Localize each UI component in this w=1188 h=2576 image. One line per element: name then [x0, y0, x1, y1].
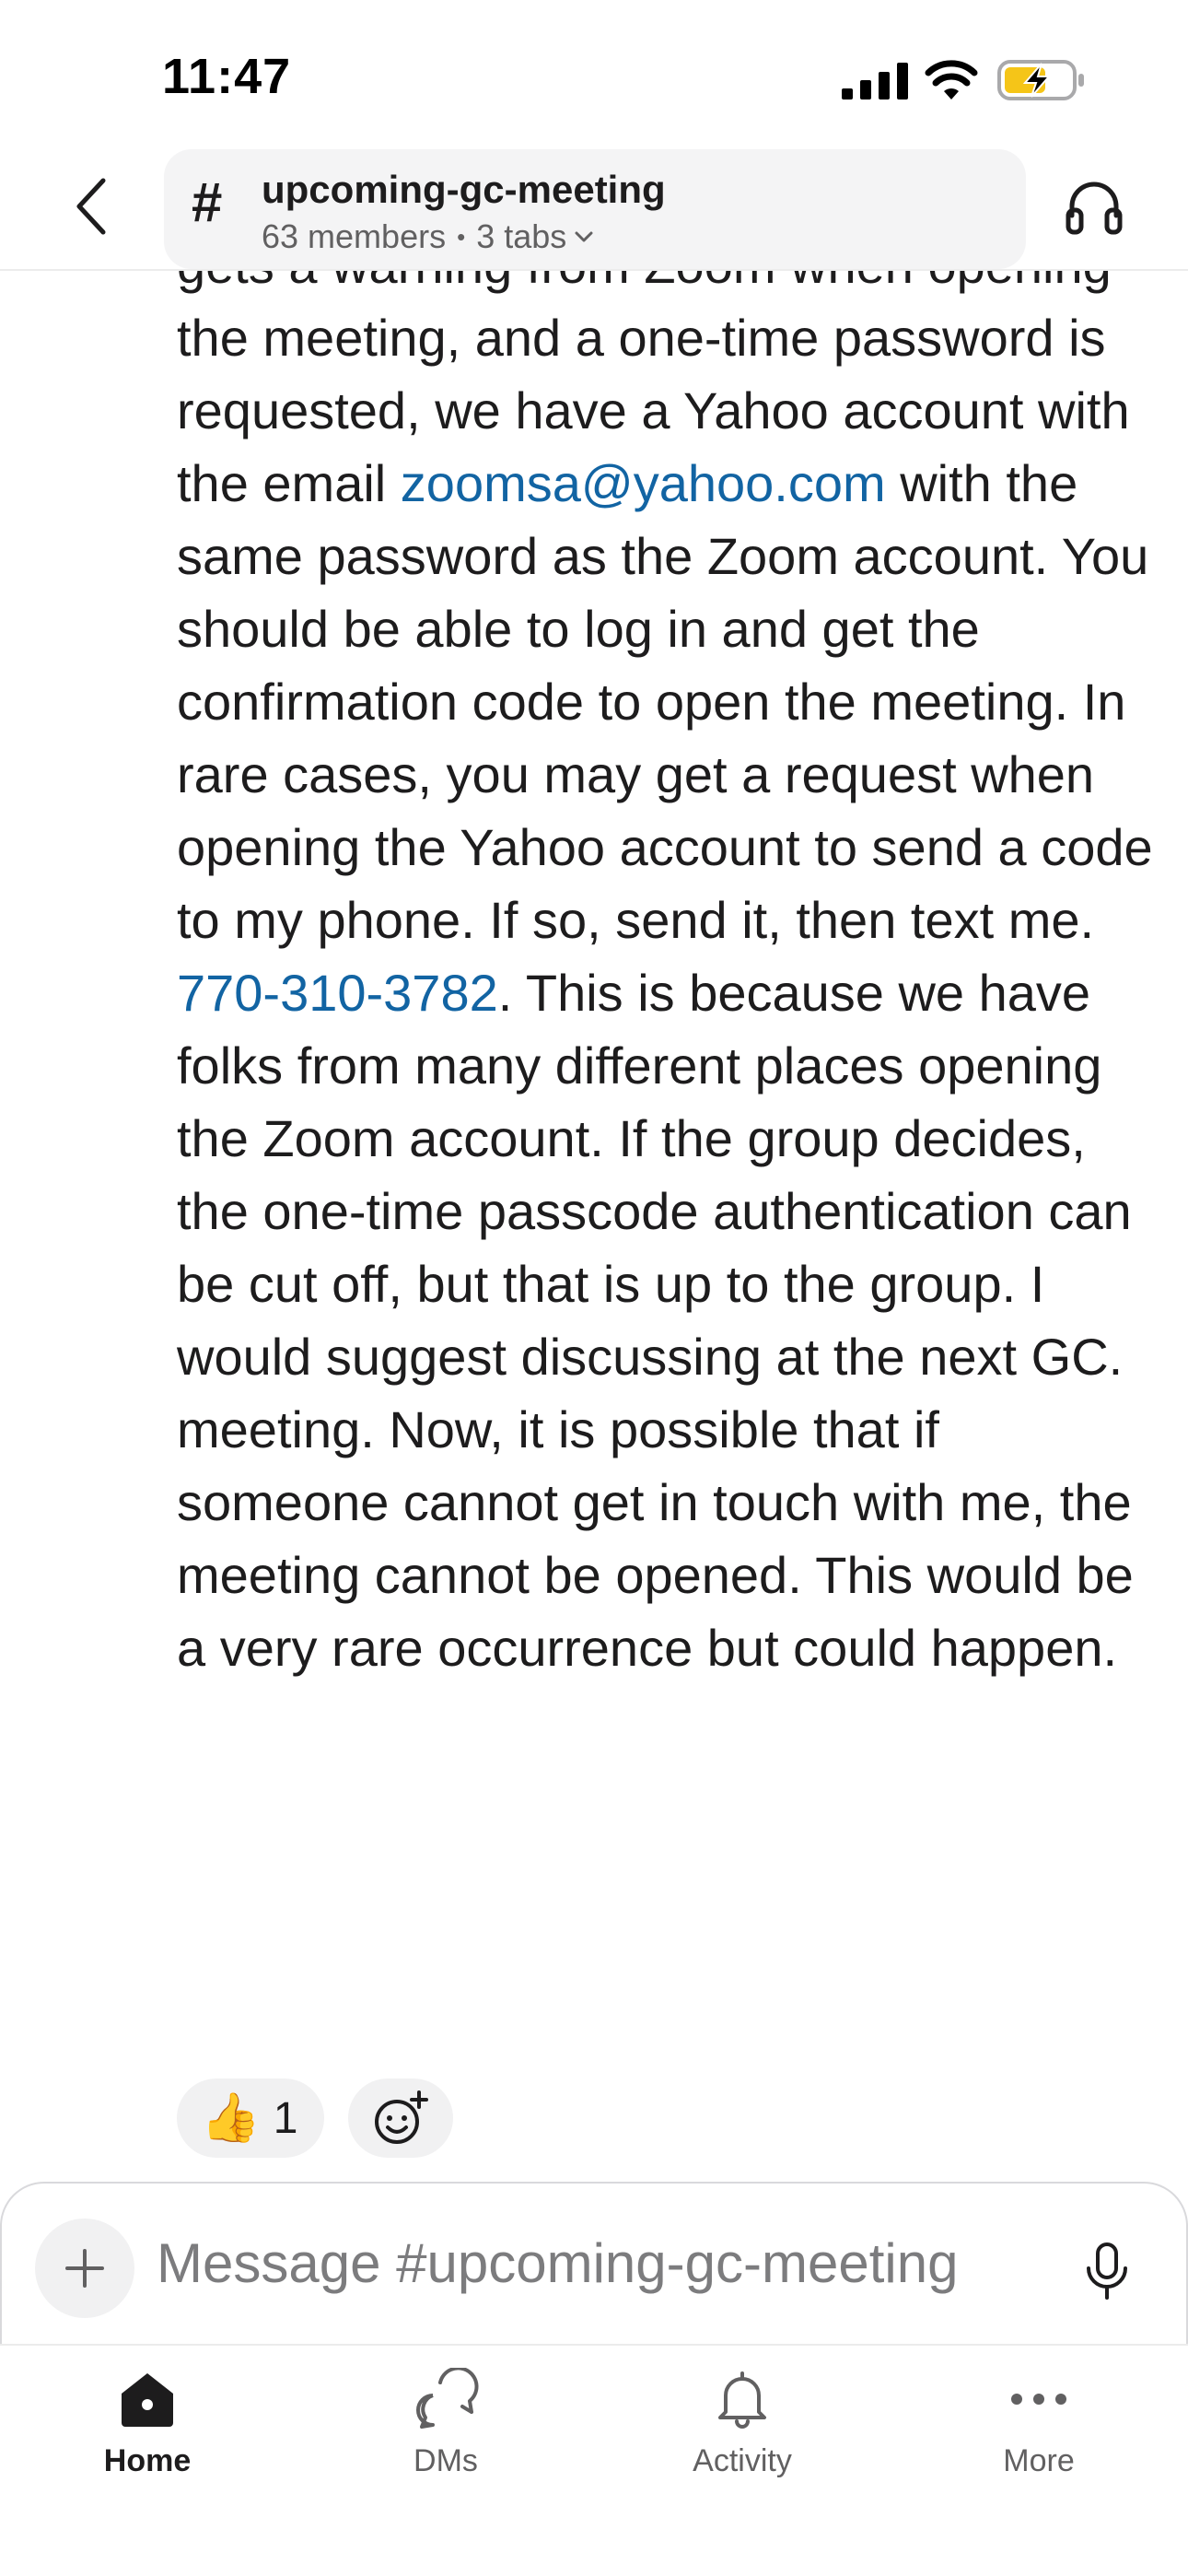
message-text-part: . This is because we have folks from man…: [177, 964, 1134, 1677]
reaction-thumbs-up[interactable]: 👍 1: [177, 2078, 324, 2158]
back-button[interactable]: [63, 170, 118, 243]
add-reaction-icon: [375, 2090, 428, 2144]
message-composer: Message #upcoming-gc-meeting: [0, 2182, 1188, 2344]
status-bar: 11:47: [0, 0, 1188, 147]
channel-info-button[interactable]: # upcoming-gc-meeting 63 members • 3 tab…: [164, 149, 1026, 269]
message-text-part: with the same password as the Zoom accou…: [177, 454, 1153, 949]
tab-more[interactable]: More: [947, 2368, 1131, 2479]
headphones-icon[interactable]: [1063, 175, 1125, 238]
status-time: 11:47: [162, 49, 292, 104]
chevron-left-icon: [76, 178, 106, 235]
battery-charging-icon: [997, 60, 1084, 100]
channel-meta: 63 members • 3 tabs: [262, 217, 594, 256]
phone-link[interactable]: 770-310-3782: [177, 964, 498, 1022]
tab-activity[interactable]: Activity: [650, 2368, 834, 2479]
bell-icon: [718, 2371, 766, 2429]
add-reaction-button[interactable]: [348, 2078, 453, 2158]
tab-label: Activity: [693, 2443, 792, 2478]
tab-count: 3 tabs: [476, 217, 567, 255]
more-icon: [1011, 2394, 1066, 2405]
plus-icon: [65, 2249, 104, 2288]
email-link[interactable]: zoomsa@yahoo.com: [401, 454, 886, 512]
microphone-icon[interactable]: [1081, 2241, 1133, 2301]
channel-header: # upcoming-gc-meeting 63 members • 3 tab…: [0, 147, 1188, 271]
thumbs-up-icon: 👍: [201, 2091, 261, 2145]
chevron-down-icon: [575, 231, 593, 242]
hash-icon: #: [192, 171, 223, 233]
cellular-signal-icon: [842, 63, 908, 100]
message-input[interactable]: Message #upcoming-gc-meeting: [157, 2231, 1041, 2295]
attach-button[interactable]: [35, 2219, 134, 2318]
message-body: gets a warning from Zoom when opening th…: [177, 228, 1153, 1684]
meta-separator: •: [457, 222, 466, 251]
wifi-icon: [925, 60, 978, 100]
channel-name: upcoming-gc-meeting: [262, 168, 666, 211]
reaction-count: 1: [273, 2093, 298, 2143]
tab-label: Home: [103, 2443, 192, 2478]
tab-label: More: [1003, 2443, 1075, 2478]
home-icon: [122, 2373, 173, 2427]
dms-icon: [416, 2368, 479, 2429]
tab-home[interactable]: Home: [55, 2368, 239, 2479]
reactions-row: 👍 1: [177, 2078, 453, 2158]
message-text: gets a warning from Zoom when opening th…: [177, 228, 1153, 1684]
tab-dms[interactable]: DMs: [354, 2368, 538, 2479]
member-count: 63 members: [262, 217, 447, 255]
tab-label: DMs: [413, 2443, 478, 2478]
bottom-tab-bar: Home DMs Activity More: [0, 2344, 1188, 2576]
